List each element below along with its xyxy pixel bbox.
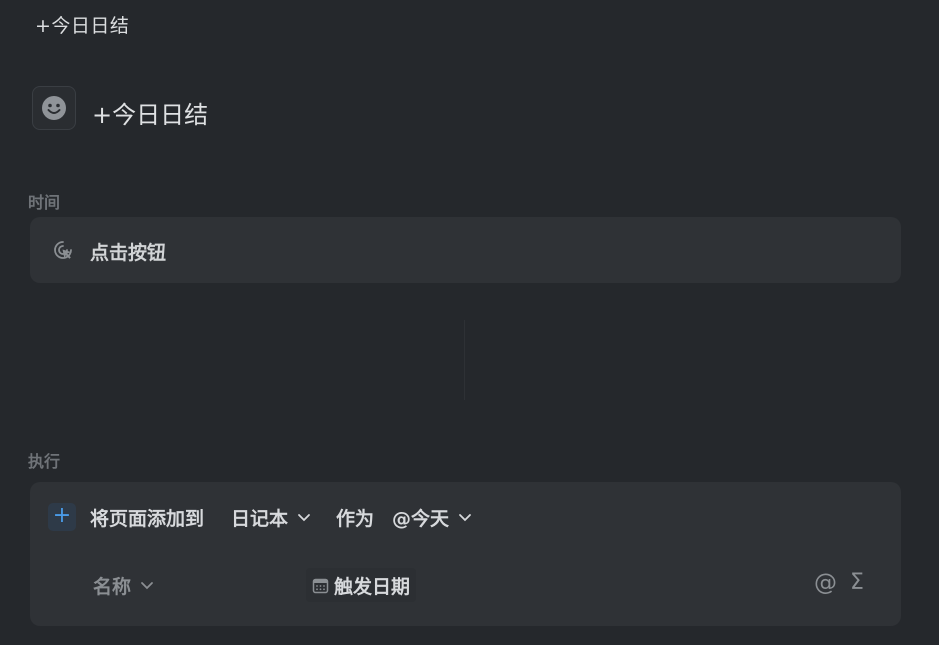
as-text: 作为 (336, 508, 375, 530)
property-value-field[interactable]: 触发日期 (306, 568, 417, 602)
breadcrumb-title: +今日日结 (35, 15, 130, 37)
property-name-dropdown[interactable]: 名称 (93, 572, 154, 599)
chevron-down-icon (140, 581, 154, 591)
template-label: @今天 (392, 508, 450, 530)
page-title[interactable]: +今日日结 (92, 95, 208, 130)
property-value-label: 触发日期 (334, 575, 411, 598)
template-dropdown[interactable]: @今天 (392, 504, 472, 531)
action-text: 将页面添加到 (90, 508, 205, 530)
formula-icon[interactable]: Σ (850, 570, 864, 595)
target-database-label: 日记本 (231, 508, 289, 530)
action-section-label: 执行 (28, 452, 61, 471)
cursor-click-icon (54, 241, 72, 259)
page-icon-button[interactable] (32, 86, 76, 130)
property-name-label: 名称 (93, 576, 132, 598)
add-action-button[interactable]: + (48, 503, 76, 531)
chevron-down-icon (297, 513, 311, 523)
trigger-label: 点击按钮 (90, 242, 167, 264)
trigger-card[interactable]: 点击按钮 (30, 217, 901, 283)
target-database-dropdown[interactable]: 日记本 (231, 504, 311, 531)
action-card: + 将页面添加到 日记本 作为 @今天 名称 触发日期 @ Σ (30, 482, 901, 626)
trigger-section-label: 时间 (28, 193, 61, 212)
mention-icon[interactable]: @ (814, 570, 837, 596)
flow-connector (464, 320, 465, 400)
calendar-icon (312, 578, 329, 593)
chevron-down-icon (458, 513, 472, 523)
smiley-face-icon (42, 96, 66, 120)
